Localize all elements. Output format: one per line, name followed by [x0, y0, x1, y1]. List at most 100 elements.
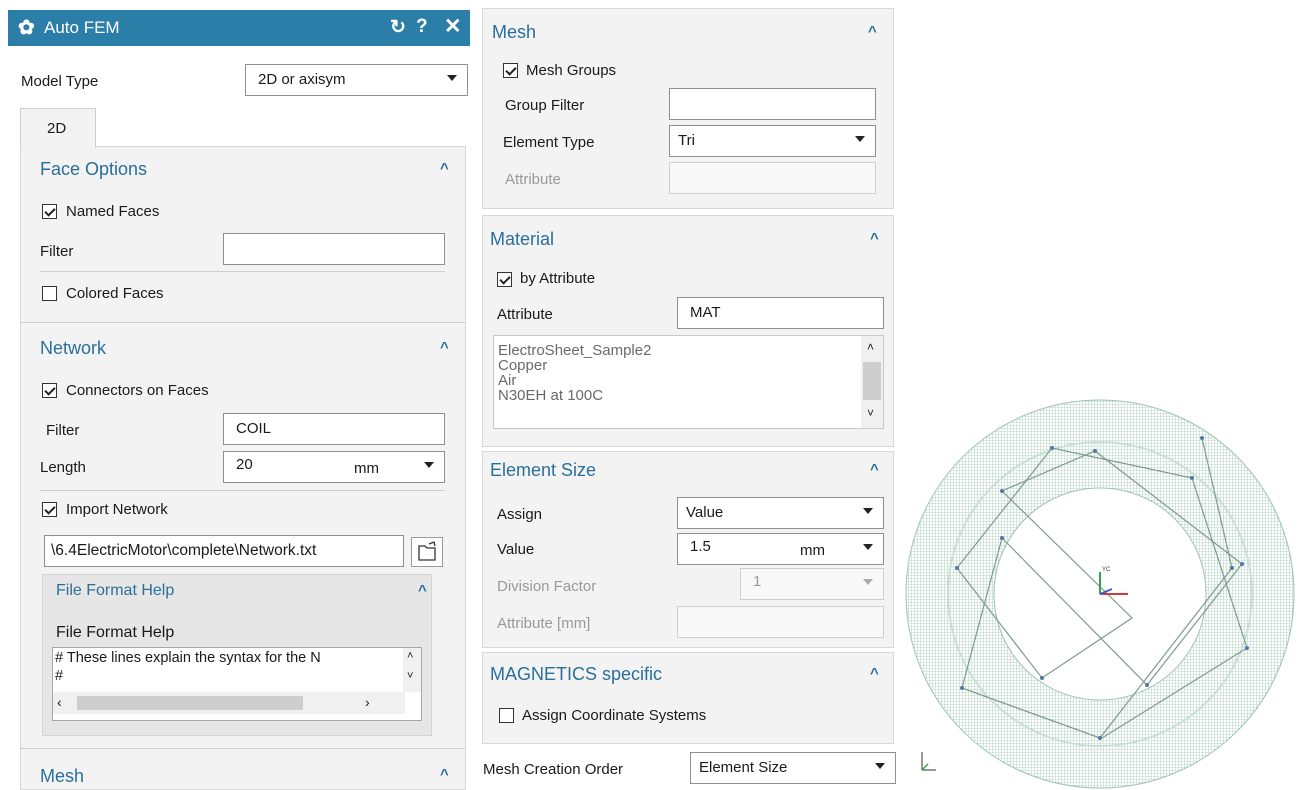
- chevron-down-icon: [863, 544, 873, 550]
- assign-value: Value: [686, 504, 724, 521]
- connectors-checkbox[interactable]: [42, 383, 57, 398]
- chevron-down-icon: [424, 462, 434, 468]
- division-factor-select[interactable]: 1: [740, 568, 884, 600]
- vertical-scrollbar[interactable]: ˄ ˅: [403, 648, 421, 692]
- chevron-down-icon: [863, 508, 873, 514]
- length-input[interactable]: 20 mm: [223, 451, 445, 483]
- list-item[interactable]: ElectroSheet_Sample2: [494, 343, 854, 358]
- reset-icon[interactable]: ↻: [390, 16, 406, 39]
- file-format-help-textarea[interactable]: # These lines explain the syntax for the…: [52, 647, 422, 721]
- mesh-groups-checkbox[interactable]: [503, 63, 518, 78]
- scroll-left-icon[interactable]: ‹: [57, 694, 62, 710]
- tab-2d-label: 2D: [47, 120, 67, 137]
- length-value: 20: [236, 456, 253, 473]
- material-attribute-value: MAT: [690, 304, 721, 321]
- mesh-attribute-input[interactable]: [669, 162, 876, 194]
- connectors-label: Connectors on Faces: [66, 382, 209, 399]
- model-type-label: Model Type: [21, 73, 99, 90]
- magnetics-title: MAGNETICS specific: [490, 664, 663, 684]
- by-attribute-checkbox[interactable]: [497, 272, 512, 287]
- element-size-value: 1.5: [690, 538, 711, 555]
- value-input[interactable]: 1.5 mm: [677, 533, 884, 565]
- face-options-title: Face Options: [40, 159, 148, 179]
- dialog-title-bar: ✿ Auto FEM ↻ ? ✕: [8, 10, 470, 46]
- mesh-creation-order-label: Mesh Creation Order: [483, 761, 624, 778]
- material-attribute-label: Attribute: [497, 306, 553, 323]
- folder-open-icon: [418, 541, 436, 561]
- element-size-unit: mm: [800, 542, 825, 559]
- model-type-value: 2D or axisym: [258, 71, 346, 88]
- scroll-right-icon[interactable]: ›: [365, 694, 370, 710]
- vertical-scrollbar[interactable]: ˄ ˅: [861, 336, 883, 428]
- collapse-caret-icon[interactable]: ^: [440, 766, 449, 783]
- material-items: ElectroSheet_Sample2 Copper Air N30EH at…: [494, 343, 854, 403]
- assign-label: Assign: [497, 506, 543, 523]
- network-file-path-input[interactable]: \6.4ElectricMotor\complete\Network.txt: [44, 535, 404, 567]
- tab-2d[interactable]: 2D: [20, 108, 96, 148]
- face-filter-input[interactable]: [223, 233, 445, 265]
- scroll-down-icon[interactable]: ˅: [867, 406, 874, 420]
- assign-cs-label: Assign Coordinate Systems: [522, 707, 707, 724]
- chevron-down-icon: [863, 579, 873, 585]
- help-icon[interactable]: ?: [416, 16, 428, 38]
- material-title: Material: [490, 229, 555, 249]
- scroll-thumb[interactable]: [863, 362, 881, 400]
- scroll-down-icon[interactable]: ˅: [407, 670, 413, 682]
- model-type-select[interactable]: 2D or axisym: [245, 64, 468, 96]
- named-faces-label: Named Faces: [66, 203, 160, 220]
- element-type-select[interactable]: Tri: [669, 125, 876, 157]
- collapse-caret-icon[interactable]: ^: [418, 582, 427, 599]
- attribute-mm-input[interactable]: [677, 606, 884, 638]
- attribute-mm-label: Attribute [mm]: [497, 615, 591, 632]
- named-faces-checkbox[interactable]: [42, 204, 57, 219]
- chevron-down-icon: [447, 75, 457, 81]
- collapse-caret-icon[interactable]: ^: [440, 160, 449, 177]
- mesh-creation-order-select[interactable]: Element Size: [690, 752, 896, 784]
- assign-select[interactable]: Value: [677, 497, 884, 529]
- scroll-up-icon[interactable]: ˄: [407, 650, 413, 662]
- collapse-caret-icon[interactable]: ^: [870, 665, 879, 682]
- mesh-title: Mesh: [492, 22, 537, 42]
- element-type-label: Element Type: [503, 134, 595, 151]
- divider: [20, 748, 466, 749]
- triad-label: YC: [1102, 567, 1111, 573]
- network-filter-value: COIL: [236, 420, 272, 437]
- collapse-caret-icon[interactable]: ^: [440, 339, 449, 356]
- help-line-1: # These lines explain the syntax for the…: [55, 650, 321, 666]
- scroll-up-icon[interactable]: ˄: [867, 340, 874, 354]
- file-path-value: \6.4ElectricMotor\complete\Network.txt: [51, 542, 317, 559]
- mesh-creation-order-value: Element Size: [699, 759, 788, 776]
- material-attribute-input[interactable]: MAT: [677, 297, 884, 329]
- element-size-title: Element Size: [490, 460, 597, 480]
- chevron-down-icon: [875, 763, 885, 769]
- gear-icon: ✿: [18, 17, 35, 39]
- assign-cs-checkbox[interactable]: [499, 708, 514, 723]
- divider: [20, 322, 466, 323]
- close-icon[interactable]: ✕: [444, 14, 462, 39]
- mesh-viewport[interactable]: YC: [902, 398, 1298, 790]
- list-item[interactable]: N30EH at 100C: [494, 388, 854, 403]
- help-line-2: #: [55, 668, 64, 684]
- collapse-caret-icon[interactable]: ^: [870, 461, 879, 478]
- divider: [40, 490, 445, 491]
- mesh-attribute-label: Attribute: [505, 171, 561, 188]
- dialog-title: Auto FEM: [44, 18, 120, 37]
- open-file-button[interactable]: [411, 537, 443, 567]
- material-list[interactable]: ElectroSheet_Sample2 Copper Air N30EH at…: [493, 335, 884, 429]
- list-item[interactable]: Copper: [494, 358, 854, 373]
- collapse-caret-icon[interactable]: ^: [868, 23, 877, 40]
- import-network-checkbox[interactable]: [42, 502, 57, 517]
- list-item[interactable]: Air: [494, 373, 854, 388]
- horizontal-scrollbar[interactable]: ‹ ›: [53, 692, 405, 714]
- by-attribute-label: by Attribute: [520, 270, 596, 287]
- scroll-thumb[interactable]: [77, 696, 303, 710]
- division-factor-value: 1: [753, 573, 762, 590]
- chevron-down-icon: [855, 136, 865, 142]
- network-filter-input[interactable]: COIL: [223, 413, 445, 445]
- import-network-label: Import Network: [66, 501, 168, 518]
- length-label: Length: [40, 459, 86, 476]
- collapse-caret-icon[interactable]: ^: [870, 230, 879, 247]
- group-filter-input[interactable]: [669, 88, 876, 120]
- colored-faces-checkbox[interactable]: [42, 286, 57, 301]
- mesh-groups-label: Mesh Groups: [526, 62, 617, 79]
